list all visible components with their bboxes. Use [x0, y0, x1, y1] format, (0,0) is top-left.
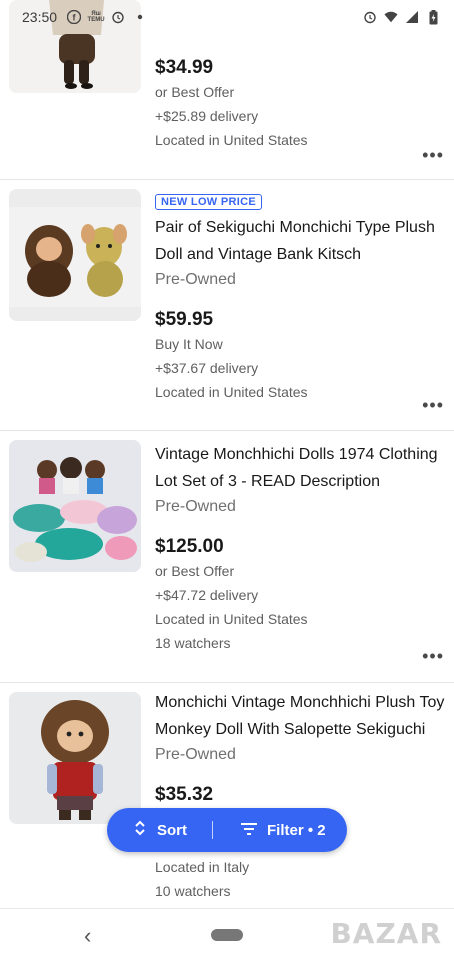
listing-delivery: +$37.67 delivery: [155, 360, 259, 376]
listing-buy-format: or Best Offer: [155, 563, 235, 579]
home-pill-icon[interactable]: [211, 929, 243, 941]
sort-filter-bar: Sort Filter • 2: [107, 808, 347, 852]
listing-delivery: +$25.89 delivery: [155, 108, 259, 124]
listing-watchers: 18 watchers: [155, 635, 231, 651]
listing-thumbnail[interactable]: [9, 692, 141, 824]
listing-condition: Pre-Owned: [155, 498, 236, 515]
battery-icon: [426, 9, 440, 24]
more-options-icon[interactable]: •••: [422, 146, 444, 164]
status-icons-right: [363, 9, 440, 24]
more-options-icon[interactable]: •••: [422, 396, 444, 414]
listing-thumbnail[interactable]: [9, 189, 141, 321]
signal-icon: [405, 10, 419, 24]
bazar-watermark: BAZAR: [330, 917, 442, 950]
alarm-icon: [363, 10, 377, 24]
filter-label: Filter • 2: [267, 821, 326, 839]
listing-item[interactable]: NEW LOW PRICE Pair of Sekiguchi Monchich…: [0, 180, 454, 431]
listing-item[interactable]: Monchichi Vintage Monchhichi Plush Toy M…: [0, 683, 454, 908]
listing-location: Located in United States: [155, 611, 308, 627]
sort-label: Sort: [157, 821, 187, 839]
listing-title[interactable]: Pair of Sekiguchi Monchichi Type Plush D…: [155, 214, 448, 268]
listing-price: $35.32: [155, 784, 214, 805]
more-options-icon[interactable]: •••: [422, 647, 444, 665]
navigation-bar: ‹ BAZAR: [0, 908, 454, 960]
listing-watchers: 10 watchers: [155, 883, 231, 899]
temu-text-bottom: TEMU: [87, 17, 105, 23]
new-low-price-badge: NEW LOW PRICE: [155, 194, 262, 210]
listing-buy-format: Buy It Now: [155, 336, 223, 352]
facebook-icon: f: [67, 10, 82, 24]
listing-buy-format: or Best Offer: [155, 84, 235, 100]
filter-icon: [241, 822, 257, 839]
wifi-icon: [384, 10, 398, 24]
listing-price: $125.00: [155, 536, 224, 557]
listing-condition: Pre-Owned: [155, 746, 236, 763]
listing-condition: Pre-Owned: [155, 271, 236, 288]
listing-price: $59.95: [155, 309, 214, 330]
listing-location: Located in United States: [155, 132, 308, 148]
back-icon[interactable]: ‹: [84, 923, 91, 949]
sort-icon: [133, 820, 147, 840]
status-bar: 23:50 f Яш TEMU: [0, 0, 454, 34]
listing-title[interactable]: Monchichi Vintage Monchhichi Plush Toy M…: [155, 689, 448, 743]
filter-button[interactable]: Filter • 2: [213, 822, 326, 839]
status-icons-left: f Яш TEMU: [67, 10, 147, 24]
listing-delivery: +$47.72 delivery: [155, 587, 259, 603]
listing-thumbnail[interactable]: [9, 440, 141, 572]
listing-title[interactable]: Vintage Monchhichi Dolls 1974 Clothing L…: [155, 441, 448, 495]
svg-text:f: f: [73, 13, 77, 23]
sort-button[interactable]: Sort: [107, 820, 212, 840]
dot-icon: [133, 10, 147, 24]
alarm-icon: [111, 10, 125, 24]
listing-price: $34.99: [155, 57, 214, 78]
status-time: 23:50: [22, 9, 58, 25]
listing-location: Located in Italy: [155, 859, 250, 875]
listing-item[interactable]: Vintage Monchhichi Dolls 1974 Clothing L…: [0, 431, 454, 683]
temu-icon: Яш TEMU: [87, 10, 105, 24]
listing-location: Located in United States: [155, 384, 308, 400]
